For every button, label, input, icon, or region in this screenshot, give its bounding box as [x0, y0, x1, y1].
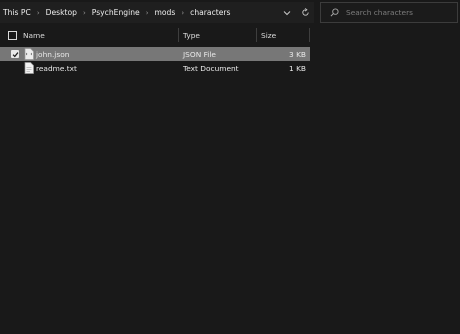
column-divider[interactable]	[256, 28, 257, 42]
address-history-button[interactable]	[278, 2, 296, 23]
file-row-readme-txt[interactable]: readme.txt Text Document 1 KB	[0, 61, 310, 75]
breadcrumb-separator-icon[interactable]: ›	[37, 9, 40, 17]
file-size: 1 KB	[289, 63, 306, 73]
breadcrumb-separator-icon[interactable]: ›	[181, 9, 184, 17]
search-box[interactable]	[320, 2, 458, 23]
search-icon	[330, 8, 339, 17]
breadcrumb-mods[interactable]: mods	[155, 8, 176, 17]
row-checkbox[interactable]	[11, 50, 19, 58]
chevron-down-icon	[283, 10, 291, 15]
file-type: Text Document	[183, 63, 239, 73]
file-row-john-json[interactable]: john.json JSON File 3 KB	[0, 47, 310, 61]
json-file-icon	[24, 48, 34, 60]
file-type: JSON File	[183, 49, 216, 59]
file-name: john.json	[36, 49, 70, 59]
search-input[interactable]	[346, 8, 450, 17]
refresh-icon	[301, 8, 309, 16]
breadcrumb-this-pc[interactable]: This PC	[3, 8, 31, 17]
breadcrumb-separator-icon[interactable]: ›	[146, 9, 149, 17]
column-divider[interactable]	[178, 28, 179, 42]
column-name[interactable]: Name	[23, 26, 45, 44]
refresh-button[interactable]	[296, 2, 314, 23]
text-file-icon	[24, 62, 34, 74]
column-type[interactable]: Type	[183, 26, 200, 44]
breadcrumb-separator-icon[interactable]: ›	[83, 9, 86, 17]
checkmark-icon	[12, 51, 18, 57]
file-name: readme.txt	[36, 63, 77, 73]
select-all-checkbox[interactable]	[8, 31, 17, 40]
file-size: 3 KB	[289, 49, 306, 59]
breadcrumb-characters[interactable]: characters	[190, 8, 230, 17]
toolbar: This PC › Desktop › PsychEngine › mods ›…	[0, 0, 460, 26]
column-header: Name Type Size	[0, 26, 310, 44]
column-size[interactable]: Size	[261, 26, 276, 44]
address-bar[interactable]: This PC › Desktop › PsychEngine › mods ›…	[0, 2, 314, 23]
breadcrumb-psychengine[interactable]: PsychEngine	[92, 8, 140, 17]
breadcrumb-desktop[interactable]: Desktop	[46, 8, 77, 17]
breadcrumb: This PC › Desktop › PsychEngine › mods ›…	[0, 8, 278, 17]
column-divider[interactable]	[309, 28, 310, 42]
